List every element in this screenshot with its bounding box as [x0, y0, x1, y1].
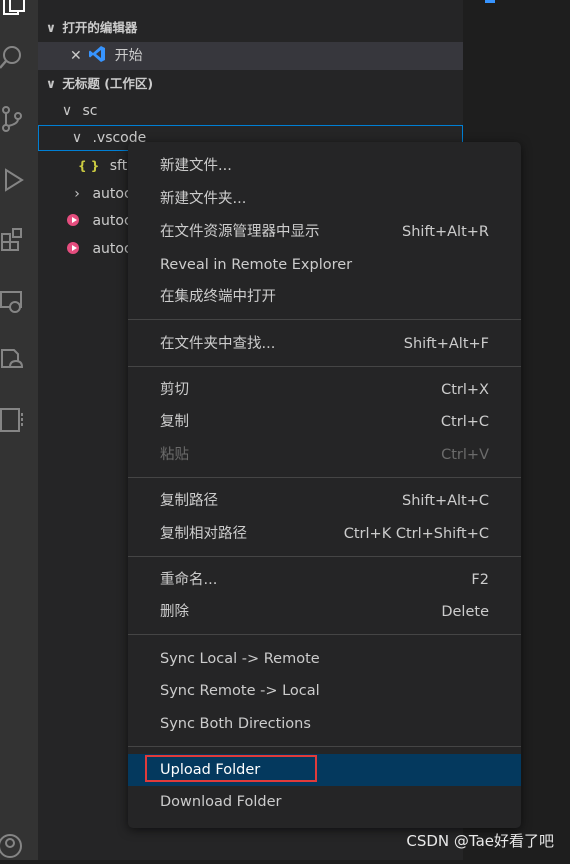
- remote-explorer-icon[interactable]: [0, 288, 28, 316]
- tree-label: sc: [82, 103, 98, 119]
- menu-item-label: 新建文件...: [160, 158, 232, 174]
- play-file-icon: [67, 242, 79, 254]
- menu-item-label: 粘贴: [160, 447, 189, 463]
- menu-separator: [128, 477, 521, 478]
- menu-item-label: 在集成终端中打开: [160, 289, 276, 305]
- chevron-down-icon: ∨: [71, 130, 83, 146]
- menu-item-label: Sync Both Directions: [160, 716, 311, 732]
- context-menu: 新建文件... 新建文件夹... 在文件资源管理器中显示 Shift+Alt+R…: [128, 142, 521, 828]
- menu-separator: [128, 634, 521, 635]
- activity-bar: [0, 0, 38, 860]
- menu-item-paste: 粘贴 Ctrl+V: [128, 439, 521, 471]
- menu-item-download-folder[interactable]: Download Folder: [128, 786, 521, 818]
- chevron-down-icon: ∨: [61, 103, 73, 119]
- menu-item-label: 复制: [160, 414, 189, 430]
- menu-item-shortcut: Ctrl+C: [440, 414, 489, 430]
- tree-label: autoc: [92, 241, 132, 257]
- annotation-highlight-box: [145, 755, 317, 782]
- menu-item-reveal-remote[interactable]: Reveal in Remote Explorer: [128, 249, 521, 281]
- menu-item-label: 在文件夹中查找...: [160, 336, 276, 352]
- menu-item-shortcut: Ctrl+V: [441, 447, 489, 463]
- menu-item-label: 剪切: [160, 382, 189, 398]
- menu-item-find-in-folder[interactable]: 在文件夹中查找... Shift+Alt+F: [128, 328, 521, 360]
- play-file-icon: [67, 214, 79, 226]
- menu-item-copy[interactable]: 复制 Ctrl+C: [128, 406, 521, 438]
- menu-item-label: Sync Local -> Remote: [160, 651, 320, 667]
- json-file-icon: { }: [78, 159, 100, 173]
- editor-tab-indicator: [485, 0, 495, 3]
- menu-item-shortcut: Shift+Alt+R: [402, 224, 489, 240]
- tree-label: autoc: [92, 213, 132, 229]
- menu-item-sync-both[interactable]: Sync Both Directions: [128, 708, 521, 740]
- menu-item-label: 新建文件夹...: [160, 191, 247, 207]
- tree-item-sc[interactable]: ∨ sc: [38, 97, 463, 125]
- menu-item-delete[interactable]: 删除 Delete: [128, 596, 521, 628]
- menu-item-label: 重命名...: [160, 572, 218, 588]
- panel-icon[interactable]: [0, 405, 28, 433]
- vscode-logo-icon: [88, 46, 110, 67]
- menu-item-new-file[interactable]: 新建文件...: [128, 150, 521, 182]
- menu-item-rename[interactable]: 重命名... F2: [128, 564, 521, 596]
- menu-separator: [128, 746, 521, 747]
- tree-label: autoc: [92, 186, 132, 202]
- extensions-icon[interactable]: [0, 226, 28, 254]
- menu-item-copy-path[interactable]: 复制路径 Shift+Alt+C: [128, 485, 521, 517]
- menu-item-label: 复制路径: [160, 493, 218, 509]
- menu-item-cut[interactable]: 剪切 Ctrl+X: [128, 374, 521, 406]
- menu-item-sync-local-remote[interactable]: Sync Local -> Remote: [128, 643, 521, 675]
- menu-item-shortcut: Ctrl+X: [441, 382, 489, 398]
- menu-item-label: 复制相对路径: [160, 526, 247, 542]
- menu-item-open-terminal[interactable]: 在集成终端中打开: [128, 281, 521, 313]
- menu-item-reveal-in-explorer[interactable]: 在文件资源管理器中显示 Shift+Alt+R: [128, 216, 521, 248]
- menu-item-shortcut: Delete: [441, 604, 489, 620]
- account-icon[interactable]: [0, 832, 28, 860]
- open-editor-item[interactable]: ✕ 开始: [38, 42, 463, 70]
- menu-item-label: 在文件资源管理器中显示: [160, 224, 320, 240]
- menu-item-shortcut: F2: [471, 572, 489, 588]
- menu-item-shortcut: Shift+Alt+F: [403, 336, 489, 352]
- search-icon[interactable]: [0, 44, 28, 72]
- chevron-down-icon: ∨: [45, 76, 57, 91]
- menu-item-sync-remote-local[interactable]: Sync Remote -> Local: [128, 675, 521, 707]
- chevron-right-icon: ›: [74, 186, 80, 202]
- run-debug-icon[interactable]: [0, 166, 28, 194]
- menu-item-label: 删除: [160, 604, 189, 620]
- menu-item-copy-relative-path[interactable]: 复制相对路径 Ctrl+K Ctrl+Shift+C: [128, 518, 521, 550]
- workspace-title: 无标题 (工作区): [62, 76, 154, 91]
- menu-separator: [128, 366, 521, 367]
- menu-item-shortcut: Shift+Alt+C: [401, 493, 489, 509]
- watermark: CSDN @Tae好看了吧: [406, 832, 554, 850]
- menu-item-label: Reveal in Remote Explorer: [160, 257, 353, 273]
- menu-item-shortcut: Ctrl+K Ctrl+Shift+C: [343, 526, 489, 542]
- open-editors-header[interactable]: ∨ 打开的编辑器: [38, 14, 463, 42]
- open-editor-label: 开始: [114, 48, 143, 64]
- open-editors-title: 打开的编辑器: [62, 20, 138, 35]
- menu-item-upload-folder[interactable]: Upload Folder: [128, 754, 521, 786]
- workspace-header[interactable]: ∨ 无标题 (工作区): [38, 70, 463, 98]
- menu-item-label: Sync Remote -> Local: [160, 683, 320, 699]
- sftp-icon[interactable]: [0, 347, 28, 375]
- chevron-down-icon: ∨: [45, 20, 57, 35]
- menu-item-label: Download Folder: [160, 794, 282, 810]
- close-icon[interactable]: ✕: [70, 48, 82, 64]
- menu-item-new-folder[interactable]: 新建文件夹...: [128, 183, 521, 215]
- menu-separator: [128, 556, 521, 557]
- menu-separator: [128, 319, 521, 320]
- source-control-icon[interactable]: [0, 105, 28, 133]
- explorer-icon[interactable]: [0, 0, 28, 20]
